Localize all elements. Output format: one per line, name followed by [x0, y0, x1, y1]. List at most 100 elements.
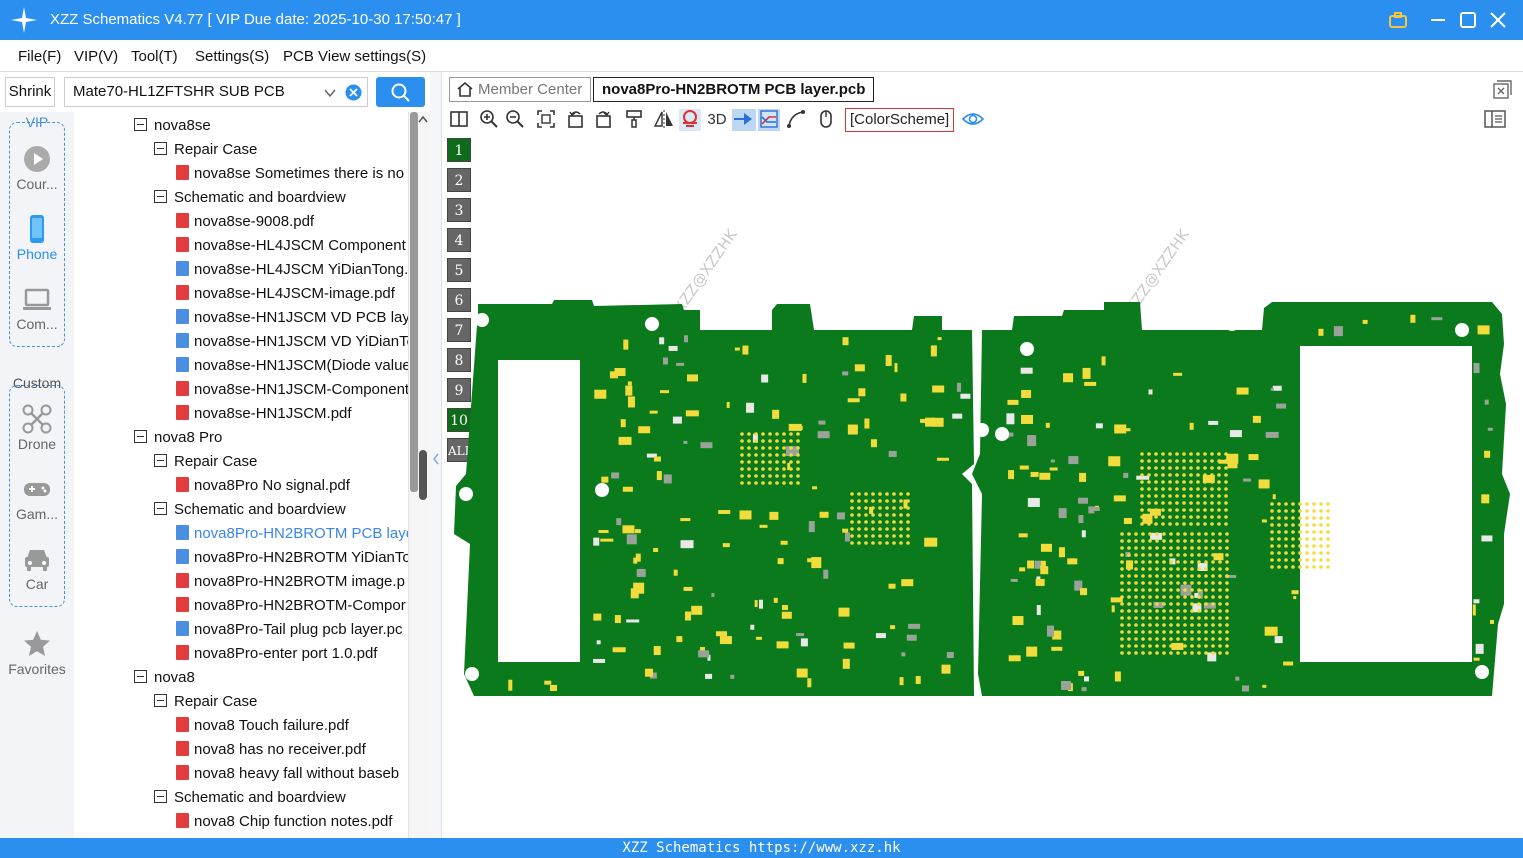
pcb-pad — [1236, 387, 1249, 395]
tree-folder[interactable]: Schematic and boardview — [154, 186, 408, 210]
scroll-up-icon[interactable] — [417, 114, 429, 124]
view-3d-button[interactable]: 3D — [704, 109, 730, 131]
pcb-board-view[interactable] — [442, 134, 1523, 838]
tab-active-file[interactable]: nova8Pro-HN2BROTM PCB layer.pcb — [593, 77, 875, 102]
tree-file[interactable]: nova8 Touch failure.pdf — [176, 714, 408, 738]
tree-folder[interactable]: nova8 — [134, 666, 408, 690]
nav-item-favorites[interactable]: Favorites — [0, 629, 74, 677]
tree-file[interactable]: nova8 heavy fall without baseb — [176, 762, 408, 786]
tree-file[interactable]: nova8 has no receiver.pdf — [176, 738, 408, 762]
paint-brush-icon[interactable] — [623, 109, 645, 131]
tree-folder[interactable]: nova8 Pro — [134, 426, 408, 450]
search-button[interactable] — [376, 77, 425, 107]
tree-file[interactable]: nova8se-HL4JSCM Component — [176, 234, 408, 258]
nav-item-game[interactable]: Gam... — [0, 474, 74, 522]
tree-file[interactable]: nova8se-HN1JSCM-Component — [176, 378, 408, 402]
tree-file[interactable]: nova8Pro-HN2BROTM-Compor — [176, 594, 408, 618]
pcb-pad — [668, 345, 678, 351]
nav-item-phone[interactable]: Phone — [0, 214, 74, 262]
tree-item-label: nova8se — [154, 117, 211, 134]
side-panel-icon[interactable] — [1484, 109, 1506, 131]
split-view-icon[interactable] — [448, 109, 470, 131]
tree-file[interactable]: nova8Pro-HN2BROTM YiDianTo — [176, 546, 408, 570]
tree-file[interactable]: nova8se-HN1JSCM VD YiDianTo — [176, 330, 408, 354]
collapse-toggle-icon[interactable] — [134, 118, 147, 131]
tree-folder[interactable]: Repair Case — [154, 450, 408, 474]
search-input[interactable] — [73, 83, 313, 100]
collapse-toggle-icon[interactable] — [154, 454, 167, 467]
nav-item-car[interactable]: Car — [0, 544, 74, 592]
tree-file[interactable]: nova8se-HL4JSCM YiDianTong. — [176, 258, 408, 282]
menu-tool[interactable]: Tool(T) — [131, 48, 178, 65]
collapse-toggle-icon[interactable] — [154, 694, 167, 707]
fit-view-icon[interactable] — [535, 109, 557, 131]
menu-file[interactable]: File(F) — [18, 48, 61, 65]
briefcase-icon[interactable] — [1386, 8, 1410, 32]
flip-board-icon[interactable] — [732, 109, 756, 131]
collapse-toggle-icon[interactable] — [154, 190, 167, 203]
bga-ball — [1161, 522, 1165, 526]
tree-folder[interactable]: Schematic and boardview — [154, 498, 408, 522]
tree-file[interactable]: nova8se-9008.pdf — [176, 210, 408, 234]
bga-ball — [1291, 558, 1295, 562]
collapse-toggle-icon[interactable] — [134, 670, 147, 683]
menu-settings[interactable]: Settings(S) — [195, 48, 269, 65]
collapse-toggle-icon[interactable] — [154, 502, 167, 515]
maximize-button[interactable] — [1456, 8, 1480, 32]
tree-folder[interactable]: Repair Case — [154, 690, 408, 714]
chevron-down-icon[interactable] — [323, 86, 337, 100]
rotate-left-icon[interactable] — [565, 109, 587, 131]
bga-ball — [878, 541, 882, 545]
bga-ball — [1168, 480, 1172, 484]
mouse-icon[interactable] — [815, 109, 837, 131]
pcb-canvas[interactable]: 1 2 3 4 5 6 7 8 9 10 ALL XZZ@XZZHK XZZ@XZZHK — [442, 134, 1523, 838]
nav-item-courses[interactable]: Cour... — [0, 144, 74, 192]
tree-folder[interactable]: nova8se — [134, 114, 408, 138]
menu-pcb-view-settings[interactable]: PCB View settings(S) — [283, 48, 426, 65]
tree-file[interactable]: nova8 Chip function notes.pdf — [176, 810, 408, 834]
show-traces-icon[interactable] — [758, 109, 780, 131]
close-all-tabs-icon[interactable] — [1492, 80, 1512, 100]
tree-file[interactable]: nova8Pro-Tail plug pcb layer.pc — [176, 618, 408, 642]
menu-vip[interactable]: VIP(V) — [74, 48, 118, 65]
bga-ball — [1169, 553, 1173, 557]
rotate-right-icon[interactable] — [592, 109, 614, 131]
tree-file[interactable]: nova8Pro-HN2BROTM PCB laye — [176, 522, 408, 546]
mirror-icon[interactable] — [653, 109, 675, 131]
shrink-button[interactable]: Shrink — [5, 77, 55, 107]
nav-item-computer[interactable]: Com... — [0, 284, 74, 332]
collapse-toggle-icon[interactable] — [154, 142, 167, 155]
clear-icon[interactable] — [345, 84, 362, 101]
nav-item-drone[interactable]: Drone — [0, 404, 74, 452]
tree-file[interactable]: nova8se Sometimes there is no — [176, 162, 408, 186]
collapse-toggle-icon[interactable] — [154, 790, 167, 803]
scrollbar-thumb[interactable] — [419, 450, 427, 500]
tree-folder[interactable]: Repair Case — [154, 138, 408, 162]
bga-ball — [1305, 565, 1309, 569]
zoom-in-icon[interactable] — [478, 109, 500, 131]
tab-member-center[interactable]: Member Center — [449, 77, 592, 102]
tree-file[interactable]: nova8se-HN1JSCM(Diode value — [176, 354, 408, 378]
tree-scrollbar[interactable] — [408, 112, 430, 838]
tree-file[interactable]: nova8Pro-enter port 1.0.pdf — [176, 642, 408, 666]
zoom-out-icon[interactable] — [504, 109, 526, 131]
bga-ball — [1211, 532, 1215, 536]
minimize-button[interactable] — [1426, 8, 1450, 32]
tree-file[interactable]: nova8se-HL4JSCM-image.pdf — [176, 282, 408, 306]
tree-file[interactable]: nova8se-HN1JSCM VD PCB laye — [176, 306, 408, 330]
tree-file[interactable]: nova8Pro No signal.pdf — [176, 474, 408, 498]
tree-folder[interactable]: Schematic and boardview — [154, 786, 408, 810]
tree-file[interactable]: nova8Pro-HN2BROTM image.p — [176, 570, 408, 594]
highlight-net-icon[interactable] — [679, 109, 701, 131]
collapse-toggle-icon[interactable] — [134, 430, 147, 443]
collapse-left-icon[interactable] — [432, 452, 440, 466]
tree-file[interactable]: nova8se-HN1JSCM.pdf — [176, 402, 408, 426]
mounting-hole — [459, 487, 473, 501]
close-button[interactable] — [1486, 8, 1510, 32]
panel-splitter[interactable] — [430, 72, 442, 838]
bga-ball — [1154, 522, 1158, 526]
color-scheme-button[interactable]: [ColorScheme] — [845, 108, 955, 132]
bga-ball — [796, 446, 800, 450]
eye-icon[interactable] — [961, 109, 985, 131]
measure-icon[interactable] — [785, 109, 807, 131]
